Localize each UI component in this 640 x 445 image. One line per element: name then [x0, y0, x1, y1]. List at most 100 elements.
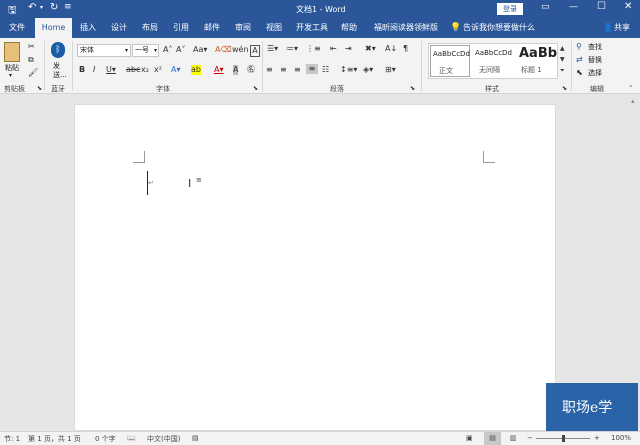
decrease-indent-icon[interactable]: ⇤ — [330, 44, 337, 54]
strikethrough-icon[interactable]: abc — [126, 65, 140, 75]
document-page[interactable]: ↵ I ≡ — [74, 104, 556, 431]
styles-launcher-icon[interactable]: ⬊ — [562, 84, 567, 94]
customize-toolbar-icon[interactable]: ≡ — [64, 2, 72, 12]
text-effects-icon[interactable]: A▾ — [171, 65, 181, 75]
select-cursor-icon[interactable]: ⬉ — [576, 68, 583, 78]
zoom-in-icon[interactable]: + — [594, 434, 600, 442]
search-icon[interactable]: ⚲ — [576, 42, 582, 52]
paste-dropdown-icon[interactable]: ▾ — [9, 72, 12, 79]
bluetooth-send-button[interactable]: 发送... — [53, 62, 67, 80]
replace-button[interactable]: 替换 — [588, 55, 602, 65]
shrink-font-icon[interactable]: A˅ — [176, 45, 185, 55]
style-item-no-spacing[interactable]: AaBbCcDd 无间隔 — [473, 45, 513, 77]
font-name-value: 宋体 — [80, 46, 94, 54]
undo-icon[interactable]: ↶ — [28, 2, 36, 13]
web-layout-icon[interactable]: ▥ — [510, 434, 517, 442]
font-color-icon[interactable]: A▾ — [214, 65, 224, 75]
borders-icon[interactable]: ⊞▾ — [385, 65, 396, 75]
scroll-up-icon[interactable]: ▴ — [631, 97, 635, 105]
tab-review[interactable]: 审阅 — [235, 18, 251, 38]
bullets-icon[interactable]: ☰▾ — [267, 44, 278, 54]
bluetooth-icon[interactable]: ᛒ — [51, 42, 65, 58]
paragraph-launcher-icon[interactable]: ⬊ — [410, 84, 415, 94]
redo-icon[interactable]: ↻ — [50, 2, 58, 13]
format-painter-icon[interactable]: 🖌 — [28, 68, 38, 78]
styles-scroll-up-icon[interactable]: ▲ — [560, 44, 565, 54]
share-icon[interactable]: 👤 — [603, 18, 613, 38]
clipboard-launcher-icon[interactable]: ⬊ — [37, 84, 42, 94]
tab-help[interactable]: 帮助 — [341, 18, 357, 38]
tell-me-search[interactable]: 告诉我你想要做什么 — [463, 18, 535, 38]
minimize-icon[interactable]: — — [569, 2, 578, 12]
distributed-icon[interactable]: ☷ — [322, 65, 329, 75]
tab-layout[interactable]: 布局 — [142, 18, 158, 38]
tab-foxit-reader[interactable]: 福昕阅读器领鲜版 — [374, 18, 438, 38]
phonetic-guide-icon[interactable]: wén — [232, 45, 249, 55]
align-left-icon[interactable]: ≡ — [266, 65, 273, 75]
proofing-icon[interactable]: 📖 — [127, 434, 136, 442]
highlight-color-icon[interactable]: ab — [191, 65, 201, 75]
macro-record-icon[interactable]: ▤ — [192, 434, 199, 442]
styles-more-icon[interactable]: ⏷ — [560, 66, 565, 76]
zoom-level[interactable]: 100% — [611, 434, 631, 442]
justify-icon[interactable]: ≡ — [306, 64, 318, 74]
sort-icon[interactable]: A↓ — [385, 44, 397, 54]
tab-mailings[interactable]: 邮件 — [204, 18, 220, 38]
tab-home[interactable]: Home — [35, 18, 72, 38]
status-language[interactable]: 中文(中国) — [147, 434, 180, 444]
subscript-icon[interactable]: x₂ — [141, 65, 149, 75]
select-button[interactable]: 选择 — [588, 68, 602, 78]
align-right-icon[interactable]: ≡ — [294, 65, 301, 75]
share-button[interactable]: 共享 — [614, 18, 630, 38]
multilevel-list-icon[interactable]: ⋮≡ — [306, 44, 321, 54]
style-item-normal[interactable]: AaBbCcDd 正文 — [430, 45, 470, 77]
font-name-select[interactable]: 宋体 ▾ — [77, 44, 131, 57]
copy-icon[interactable]: ⧉ — [28, 55, 34, 65]
paste-icon[interactable] — [4, 42, 20, 62]
align-center-icon[interactable]: ≡ — [280, 65, 287, 75]
change-case-icon[interactable]: Aa▾ — [193, 45, 207, 55]
status-words[interactable]: 0 个字 — [95, 434, 116, 444]
replace-icon[interactable]: ⇄ — [576, 55, 583, 65]
tab-references[interactable]: 引用 — [173, 18, 189, 38]
line-spacing-icon[interactable]: ↕≡▾ — [340, 65, 357, 75]
close-icon[interactable]: ✕ — [624, 1, 632, 12]
character-shading-icon[interactable]: A — [233, 65, 239, 75]
font-launcher-icon[interactable]: ⬊ — [253, 84, 258, 94]
cut-icon[interactable]: ✂ — [28, 42, 35, 52]
maximize-icon[interactable]: ☐ — [597, 1, 606, 12]
print-layout-icon[interactable]: ▤ — [484, 432, 501, 445]
chinese-layout-icon[interactable]: ✖▾ — [365, 44, 376, 54]
grow-font-icon[interactable]: A˄ — [163, 45, 172, 55]
tab-insert[interactable]: 插入 — [80, 18, 96, 38]
ribbon-display-icon[interactable]: ▭ — [541, 2, 550, 12]
underline-icon[interactable]: U▾ — [106, 65, 116, 75]
style-item-heading1[interactable]: AaBb 标题 1 — [517, 45, 558, 77]
font-size-select[interactable]: 一号 ▾ — [132, 44, 159, 57]
collapse-ribbon-icon[interactable]: ˄ — [629, 84, 633, 94]
read-mode-icon[interactable]: ▣ — [466, 434, 473, 442]
tab-design[interactable]: 设计 — [111, 18, 127, 38]
numbering-icon[interactable]: ≔▾ — [286, 44, 298, 54]
status-page[interactable]: 第 1 页，共 1 页 — [28, 434, 81, 444]
tab-view[interactable]: 视图 — [266, 18, 282, 38]
styles-scroll-down-icon[interactable]: ▼ — [560, 55, 565, 65]
enclose-characters-icon[interactable]: ㊔ — [247, 65, 255, 75]
increase-indent-icon[interactable]: ⇥ — [345, 44, 352, 54]
shading-icon[interactable]: ◈▾ — [363, 65, 373, 75]
show-marks-icon[interactable]: ¶ — [403, 44, 408, 54]
login-button[interactable]: 登录 — [497, 3, 523, 15]
superscript-icon[interactable]: x² — [154, 65, 162, 75]
undo-dropdown-icon[interactable]: ▾ — [40, 4, 43, 11]
zoom-slider-thumb[interactable] — [562, 435, 565, 442]
style-preview: AaBbCcDd — [433, 50, 470, 58]
bold-icon[interactable]: B — [79, 65, 85, 75]
chevron-down-icon: ▾ — [124, 47, 128, 54]
tab-developer[interactable]: 开发工具 — [296, 18, 328, 38]
find-button[interactable]: 查找 — [588, 42, 602, 52]
character-border-icon[interactable]: A — [250, 45, 260, 57]
tab-file[interactable]: 文件 — [9, 18, 25, 38]
zoom-out-icon[interactable]: − — [527, 434, 533, 442]
italic-icon[interactable]: I — [93, 65, 95, 75]
clear-formatting-icon[interactable]: A⌫ — [215, 45, 232, 55]
